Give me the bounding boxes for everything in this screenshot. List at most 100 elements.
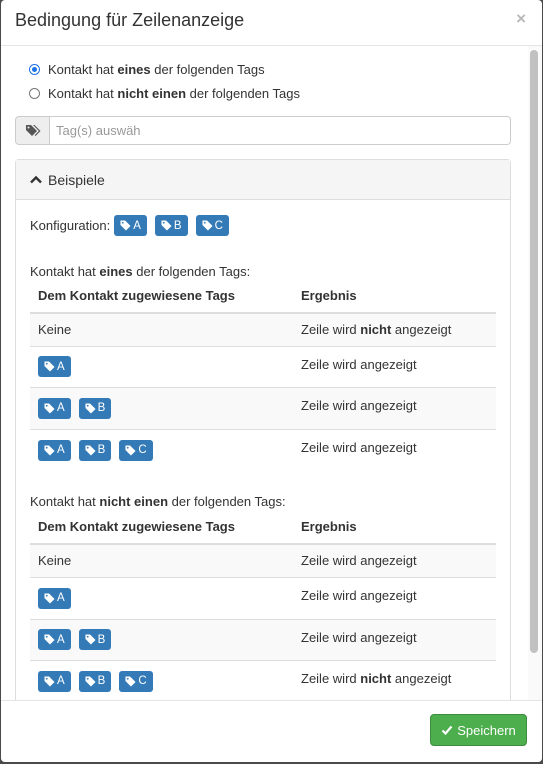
examples-heading: Beispiele (48, 171, 105, 188)
tag-badge: A (38, 439, 71, 461)
tags-cell: AB (30, 386, 293, 429)
table-row: A B C Zeile wird angezeigt (30, 428, 496, 471)
tag-badge-label: B (97, 633, 106, 646)
col-header-result: Ergebnis (293, 279, 496, 314)
check-icon (441, 725, 453, 736)
save-button[interactable]: Speichern (430, 714, 527, 746)
tag-badge-label: B (97, 444, 106, 457)
tag-icon (161, 220, 172, 231)
dialog-header: Bedingung für Zeilenanzeige × (1, 0, 542, 46)
tag-badge-label: A (57, 402, 65, 414)
chevron-up-icon (30, 175, 42, 183)
scrollbar-thumb[interactable] (530, 50, 538, 653)
tag-badge: A (38, 587, 71, 609)
section1-title: Kontakt hat eines der folgenden Tags: (30, 264, 251, 279)
col-header-result: Ergebnis (293, 510, 496, 545)
tag-badge-label: B (97, 675, 106, 688)
tag-badge-label: B (173, 219, 182, 232)
tags-cell: A (30, 345, 293, 387)
tag-badge: B (78, 397, 112, 419)
result-cell: Zeile wird angezeigt (293, 576, 496, 619)
tag-icon (44, 634, 55, 645)
tag-badge-label: A (57, 592, 65, 604)
table-row: A Zeile wird angezeigt (30, 576, 496, 619)
radio-has-none-label: Kontakt hat nicht einen der folgenden Ta… (48, 86, 300, 101)
result-cell: Zeile wird angezeigt (293, 618, 496, 660)
tag-icon (44, 592, 55, 604)
tag-badge-label: A (57, 444, 65, 457)
radio-has-one-label: Kontakt hat eines der folgenden Tags (48, 62, 265, 77)
tags-cell: A B C (30, 428, 293, 471)
tag-badge: A (38, 397, 71, 419)
tag-icon (85, 676, 96, 687)
table-row: A B Zeile wird angezeigt (30, 386, 496, 429)
table-row: A B Zeile wird angezeigt (30, 618, 496, 660)
result-cell: Zeile wird nicht angezeigt (293, 659, 496, 700)
tag-badge: A (38, 629, 71, 650)
tag-icon (125, 445, 136, 456)
table-header-row: Dem Kontakt zugewiesene Tags Ergebnis (30, 279, 496, 314)
table-header-row: Dem Kontakt zugewiesene Tags Ergebnis (30, 510, 496, 545)
examples-table-has-none: Dem Kontakt zugewiesene Tags Ergebnis Kein… (30, 510, 496, 700)
tag-icon (44, 361, 55, 372)
radio-option-has-one[interactable]: Kontakt hat eines der folgenden Tags (29, 62, 265, 77)
config-label: Konfiguration: (30, 218, 111, 233)
dialog-title: Bedingung für Zeilenanzeige (15, 10, 245, 30)
table-row: A Zeile wird angezeigt (30, 345, 496, 387)
table-row: Keine Zeile wird angezeigt (30, 543, 496, 577)
radio-has-one[interactable] (29, 64, 40, 75)
tag-icon (125, 676, 136, 687)
tag-icon (120, 220, 131, 231)
tag-badge: C (195, 215, 229, 236)
table-row: A B C Zeile wird nicht angezeigt (30, 659, 496, 700)
tag-icon (85, 634, 96, 645)
radio-option-has-none[interactable]: Kontakt hat nicht einen der folgenden Ta… (29, 86, 300, 101)
tag-badge: B (154, 215, 188, 236)
tag-badge-label: C (214, 219, 223, 232)
result-cell: Zeile wird angezeigt (293, 345, 496, 387)
tag-icon (202, 220, 213, 231)
tag-badge-label: C (138, 675, 147, 688)
tag-icon (44, 445, 55, 456)
tags-icon (15, 116, 50, 145)
examples-table-has-one: Dem Kontakt zugewiesene Tags Ergebnis Kein… (30, 279, 496, 471)
tag-badge-label: B (97, 402, 106, 414)
tag-badge-label: A (57, 633, 65, 646)
dialog-footer: Speichern (1, 700, 542, 762)
tag-icon (85, 402, 96, 414)
col-header-tags: Dem Kontakt zugewiesene Tags (30, 279, 293, 314)
dialog-body: Kontakt hat eines der folgenden Tags Kon… (1, 46, 528, 700)
section2-title: Kontakt hat nicht einen der folgenden Ta… (30, 494, 286, 509)
examples-panel: Beispiele Konfiguration: ABC Kontakt hat… (15, 159, 511, 700)
tag-icon (85, 445, 96, 456)
condition-dialog: Bedingung für Zeilenanzeige × Kontakt ha… (1, 0, 542, 762)
tags-cell: Keine (30, 312, 293, 346)
result-cell: Zeile wird angezeigt (293, 386, 496, 429)
tag-icon (44, 676, 55, 687)
result-cell: Zeile wird angezeigt (293, 543, 496, 577)
none-label: Keine (38, 553, 72, 569)
tag-badge-label: A (57, 360, 65, 373)
tags-cell: A (30, 576, 293, 619)
save-label: Speichern (457, 722, 516, 738)
close-button[interactable]: × (516, 9, 526, 29)
result-cell: Zeile wird angezeigt (293, 428, 496, 471)
radio-has-none[interactable] (29, 88, 40, 99)
tag-badge: B (78, 439, 112, 461)
none-label: Keine (38, 322, 72, 338)
tags-cell: A B C (30, 659, 293, 700)
tag-badge: C (119, 670, 153, 692)
tag-search-input[interactable] (50, 116, 511, 145)
examples-toggle[interactable]: Beispiele (16, 160, 510, 200)
tag-badge: C (119, 439, 153, 461)
col-header-tags: Dem Kontakt zugewiesene Tags (30, 510, 293, 545)
result-cell: Zeile wird nicht angezeigt (293, 312, 496, 346)
table-row: Keine Zeile wird nicht angezeigt (30, 312, 496, 346)
tag-badge: B (78, 629, 112, 650)
tag-badge: A (38, 356, 71, 377)
tag-badge-label: C (138, 444, 147, 457)
tag-select (15, 116, 511, 145)
tag-badge: A (38, 670, 71, 692)
tag-badge-label: A (133, 219, 141, 232)
tag-badge: A (114, 215, 147, 236)
